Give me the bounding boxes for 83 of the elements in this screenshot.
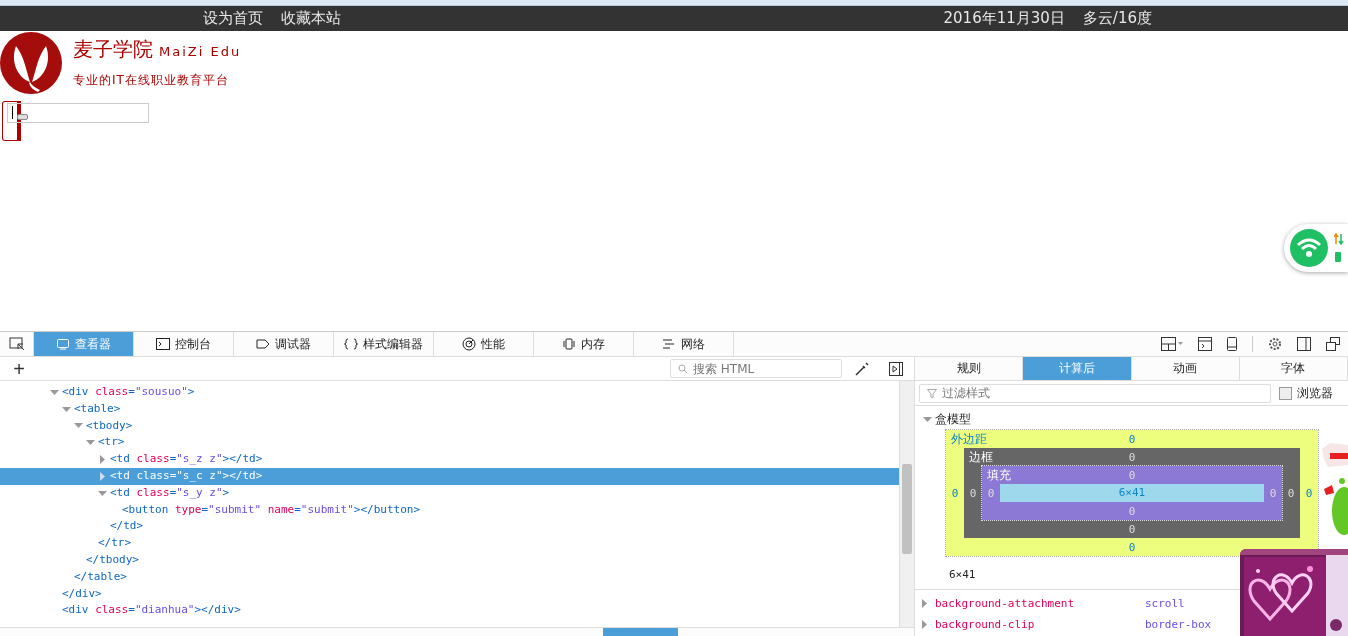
content-box: 6×41	[1000, 484, 1264, 502]
wifi-widget[interactable]	[1284, 224, 1348, 272]
phone-icon	[1334, 251, 1342, 263]
tree-node[interactable]: <table>	[0, 400, 899, 418]
tree-node[interactable]: <tbody>	[0, 417, 899, 435]
property-name: background-attachment	[935, 597, 1076, 610]
box-value[interactable]: 0	[1128, 432, 1136, 446]
chip-icon	[562, 338, 576, 350]
tree-node[interactable]: <div class="dianhua"></div>	[0, 602, 899, 620]
tag-icon	[256, 338, 270, 350]
header-link[interactable]: 设为首页	[203, 9, 263, 28]
box-label: 外边距	[951, 431, 987, 448]
expander-icon[interactable]	[74, 421, 83, 431]
tree-node[interactable]: <td class="s_y z">	[0, 484, 899, 502]
picker-icon	[8, 337, 25, 351]
filter-icon	[927, 388, 937, 399]
gauge-icon	[462, 337, 476, 351]
layout-icon[interactable]	[1161, 337, 1183, 351]
wifi-icon	[1290, 229, 1328, 267]
add-node-button[interactable]: +	[0, 358, 38, 379]
box-value[interactable]: 0	[946, 448, 964, 538]
devtools-tab[interactable]: 样式编辑器	[334, 332, 434, 356]
expander-icon[interactable]	[98, 455, 107, 465]
code-line: </td>	[109, 518, 145, 535]
size-text: 6×41	[949, 568, 976, 581]
devtools-tab[interactable]: 性能	[434, 332, 534, 356]
code-line: </tbody>	[85, 551, 140, 568]
tree-node[interactable]: <button type="submit" name="submit"></button>	[0, 501, 899, 519]
code-line: </div>	[61, 585, 103, 602]
settings-icon[interactable]	[1268, 337, 1282, 351]
property-name: background-clip	[935, 618, 1036, 631]
scrollbar[interactable]	[899, 381, 914, 627]
box-value[interactable]: 0	[1300, 448, 1318, 538]
eyedropper-icon[interactable]	[854, 360, 870, 377]
code-line: </tr>	[97, 535, 133, 552]
console-icon	[156, 338, 170, 350]
box-label: 边框	[969, 449, 993, 466]
tree-node[interactable]: <tr>	[0, 434, 899, 452]
devtools-tab[interactable]: 调试器	[234, 332, 334, 356]
expander-icon[interactable]	[98, 471, 107, 481]
tree-node[interactable]: <div class="sousuo">	[0, 384, 899, 401]
box-value[interactable]: 0	[1282, 466, 1300, 520]
search-html-field[interactable]: 搜索 HTML	[670, 359, 842, 378]
filter-field[interactable]: 过滤样式	[919, 383, 1271, 403]
brand-subtitle: MaiZi Edu	[159, 44, 242, 59]
tagline: 专业的IT在线职业教育平台	[73, 72, 230, 89]
braces-icon	[344, 338, 358, 350]
search-icon	[678, 364, 688, 374]
date-text: 2016年11月30日	[943, 9, 1065, 28]
mobile-icon[interactable]	[1227, 337, 1237, 351]
box-value[interactable]: 0	[1128, 450, 1136, 464]
property-value: border-box	[1145, 618, 1212, 631]
expander-icon[interactable]	[62, 404, 71, 414]
tree-node[interactable]: <td class="s_z z"></td>	[0, 451, 899, 468]
expander-icon[interactable]	[86, 438, 95, 448]
checkbox-label: 浏览器	[1297, 384, 1333, 402]
weather-text: 多云/16度	[1082, 9, 1152, 28]
monitor-icon	[56, 338, 70, 350]
section-header[interactable]: 盒模型	[915, 406, 1348, 428]
expander-icon[interactable]	[921, 620, 929, 629]
box-value[interactable]: 0	[1128, 522, 1136, 536]
search-field[interactable]	[7, 103, 149, 123]
panel-toggle-icon[interactable]	[889, 361, 903, 376]
console-icon[interactable]	[1198, 337, 1212, 351]
expander-icon[interactable]	[98, 488, 107, 498]
lines-icon	[662, 338, 676, 350]
windows-icon[interactable]	[1326, 337, 1340, 351]
expander-icon[interactable]	[923, 414, 932, 424]
expander-icon[interactable]	[50, 387, 59, 397]
box-label: 填充	[987, 467, 1011, 484]
devtools-tab[interactable]: 控制台	[134, 332, 234, 356]
checkbox[interactable]	[1279, 386, 1292, 400]
devtools-tab[interactable]: 网络	[634, 332, 734, 356]
box-value[interactable]: 0	[964, 466, 982, 520]
header-link[interactable]: 收藏本站	[281, 9, 341, 28]
property-value: scroll	[1145, 597, 1185, 610]
sidebar-icon[interactable]	[1297, 337, 1311, 351]
expander-icon[interactable]	[921, 599, 929, 608]
code-line: </table>	[73, 568, 128, 585]
devtools-tab[interactable]: 内存	[534, 332, 634, 356]
arrows-icon	[1334, 233, 1344, 245]
brand-name: 麦子学院	[73, 36, 153, 63]
box-value[interactable]: 0	[1128, 540, 1136, 554]
